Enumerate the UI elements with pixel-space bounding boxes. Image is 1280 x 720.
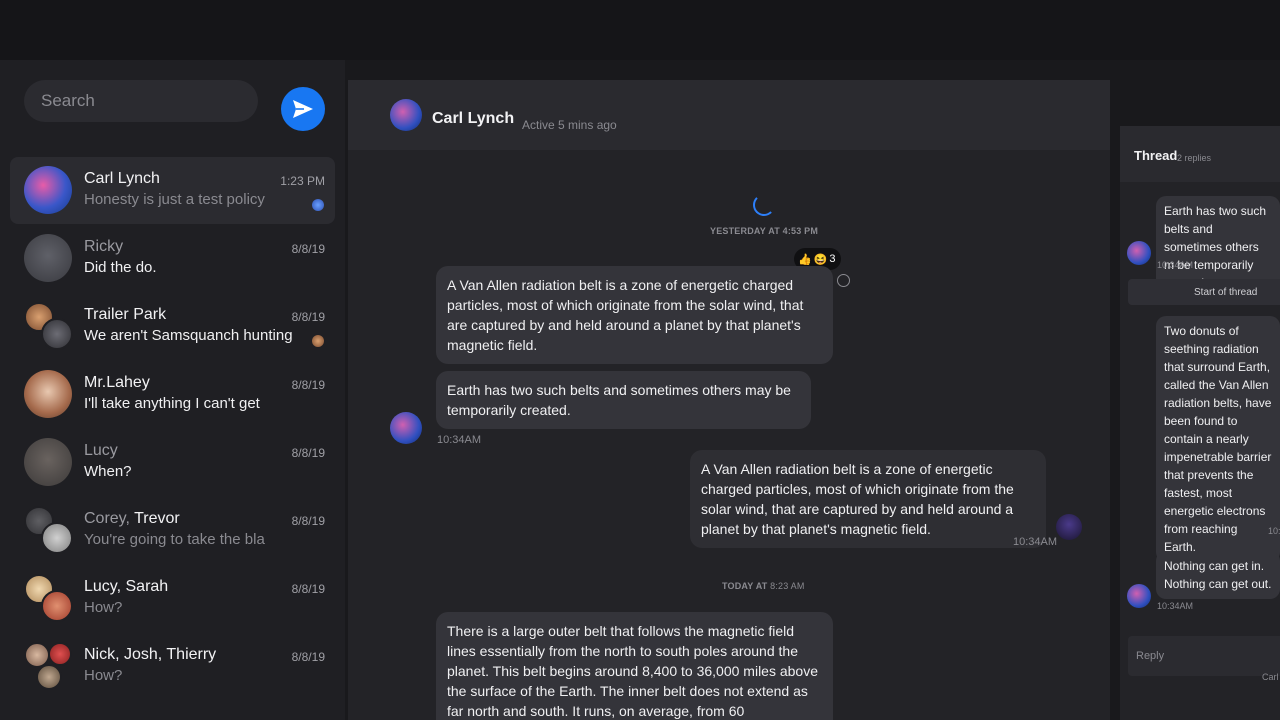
avatar <box>41 318 73 350</box>
conversation-list: Carl Lynch 1:23 PM Honesty is just a tes… <box>10 157 335 701</box>
search-placeholder: Search <box>41 91 95 110</box>
conversation-item-lucy[interactable]: Lucy 8/8/19 When? <box>10 429 335 496</box>
thread-message-bubble[interactable]: Nothing can get in. Nothing can get out. <box>1156 551 1280 599</box>
avatar <box>24 166 72 214</box>
date-divider: YESTERDAY AT 4:53 PM <box>710 226 819 236</box>
conversation-name: Nick, Josh, Thierry <box>84 646 217 663</box>
start-of-thread-marker: Start of thread <box>1128 279 1280 305</box>
conversation-sidebar: Search Carl Lynch 1:23 PM Honesty is jus… <box>0 60 345 720</box>
message-bubble[interactable]: There is a large outer belt that follows… <box>436 612 833 720</box>
date-divider-time: 8:23 AM <box>770 581 805 591</box>
group-avatar <box>24 506 74 556</box>
reaction-count: 3 <box>829 253 836 265</box>
read-receipt-avatar <box>312 335 324 347</box>
conversation-preview: Did the do. <box>84 259 157 276</box>
message-bubble-outgoing[interactable]: A Van Allen radiation belt is a zone of … <box>690 450 1046 548</box>
avatar <box>41 590 73 622</box>
conversation-item-lucy-sarah[interactable]: Lucy, Sarah 8/8/19 How? <box>10 565 335 632</box>
group-avatar <box>24 302 74 352</box>
reply-placeholder: Reply <box>1136 650 1165 662</box>
conversation-name: Carl Lynch <box>84 170 160 187</box>
chat-header: Carl Lynch Active 5 mins ago <box>348 80 1110 150</box>
conversation-preview: We aren't Samsquanch hunting <box>84 327 293 344</box>
avatar <box>41 522 73 554</box>
thread-footer-name: Carl L <box>1262 672 1280 682</box>
conversation-time: 1:23 PM <box>280 174 325 188</box>
send-icon <box>293 100 313 118</box>
conversation-item-carl-lynch[interactable]: Carl Lynch 1:23 PM Honesty is just a tes… <box>10 157 335 224</box>
avatar <box>1127 241 1151 265</box>
window-top-band <box>0 0 1280 60</box>
compose-send-button[interactable] <box>281 87 325 131</box>
avatar <box>36 664 62 690</box>
group-avatar <box>24 574 74 624</box>
avatar <box>1127 584 1151 608</box>
avatar <box>1056 514 1082 540</box>
conversation-time: 8/8/19 <box>291 514 325 528</box>
avatar[interactable] <box>390 99 422 131</box>
thumbs-up-icon: 👍 <box>798 253 812 266</box>
conversation-time: 8/8/19 <box>291 378 325 392</box>
conversation-time: 8/8/19 <box>291 582 325 596</box>
thread-title: Thread <box>1134 148 1178 163</box>
laugh-emoji-icon: 😆 <box>813 253 828 266</box>
avatar <box>24 234 72 282</box>
conversation-time: 8/8/19 <box>291 650 325 664</box>
avatar <box>390 412 422 444</box>
conversation-item-ricky[interactable]: Ricky 8/8/19 Did the do. <box>10 225 335 292</box>
conversation-name: Ricky <box>84 238 124 255</box>
chat-panel: Carl Lynch Active 5 mins ago YESTERDAY A… <box>348 80 1110 720</box>
conversation-item-trailer-park[interactable]: Trailer Park 8/8/19 We aren't Samsquanch… <box>10 293 335 360</box>
conversation-time: 8/8/19 <box>291 242 325 256</box>
conversation-item-mr-lahey[interactable]: Mr.Lahey 8/8/19 I'll take anything I can… <box>10 361 335 428</box>
chat-active-status: Active 5 mins ago <box>522 118 617 132</box>
thread-message-time: 10:34AM <box>1157 601 1194 611</box>
message-time: 10:34AM <box>1013 536 1058 548</box>
thread-reply-count: 2 replies <box>1177 153 1212 163</box>
loading-spinner-icon <box>753 194 775 216</box>
conversation-name: Trailer Park <box>84 306 167 323</box>
conversation-name: Lucy <box>84 442 118 459</box>
message-bubble[interactable]: A Van Allen radiation belt is a zone of … <box>436 266 833 364</box>
conversation-preview: How? <box>84 599 123 616</box>
thread-panel: Thread 2 replies Earth has two such belt… <box>1120 126 1280 720</box>
thread-reply-input[interactable]: Reply <box>1128 636 1280 676</box>
thread-message-time: 10:34AM <box>1157 260 1194 270</box>
chat-contact-name[interactable]: Carl Lynch <box>432 110 514 128</box>
message-time: 10:34AM <box>437 434 482 446</box>
conversation-name: Lucy, Sarah <box>84 578 169 595</box>
read-receipt-avatar <box>312 199 324 211</box>
conversation-name: Corey, Trevor <box>84 510 180 528</box>
avatar <box>48 642 72 666</box>
thread-message-time: 10:34 <box>1268 526 1280 536</box>
date-divider-day: TODAY AT <box>722 581 768 591</box>
conversation-preview: I'll take anything I can't get <box>84 395 260 412</box>
conversation-time: 8/8/19 <box>291 446 325 460</box>
conversation-name-first: Corey, <box>84 510 130 527</box>
thread-header: Thread 2 replies <box>1120 126 1280 182</box>
conversation-name: Mr.Lahey <box>84 374 150 391</box>
conversation-preview: How? <box>84 667 123 684</box>
thread-message-bubble[interactable]: Two donuts of seething radiation that su… <box>1156 316 1280 562</box>
conversation-item-corey-trevor[interactable]: Corey, Trevor 8/8/19 You're going to tak… <box>10 497 335 564</box>
conversation-item-nick-josh-thierry[interactable]: Nick, Josh, Thierry 8/8/19 How? <box>10 633 335 700</box>
date-divider: TODAY AT 8:23 AM <box>722 581 805 591</box>
conversation-time: 8/8/19 <box>291 310 325 324</box>
conversation-name-second: Trevor <box>134 510 180 527</box>
add-reaction-icon[interactable] <box>837 274 850 287</box>
group-avatar <box>24 642 74 692</box>
conversation-preview: You're going to take the bla <box>84 531 265 548</box>
conversation-preview: Honesty is just a test policy <box>84 191 265 208</box>
message-bubble[interactable]: Earth has two such belts and sometimes o… <box>436 371 811 429</box>
conversation-preview: When? <box>84 463 132 480</box>
avatar <box>24 370 72 418</box>
avatar <box>24 438 72 486</box>
search-input[interactable]: Search <box>24 80 258 122</box>
